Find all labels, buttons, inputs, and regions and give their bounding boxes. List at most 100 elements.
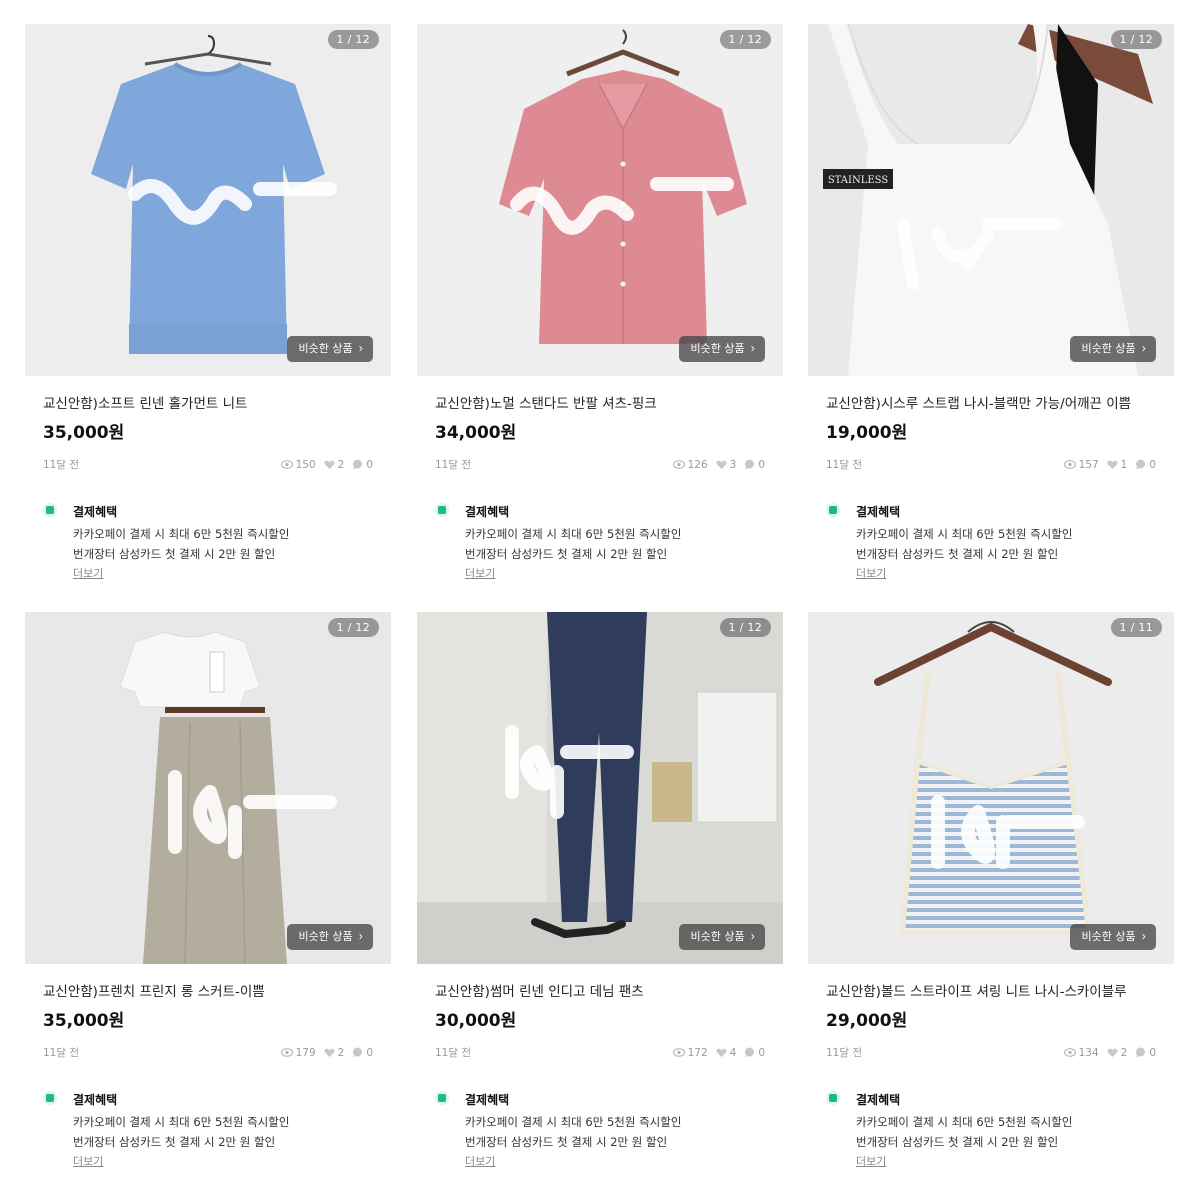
similar-products-label: 비슷한 상품 <box>1081 930 1136 943</box>
similar-products-button[interactable]: 비슷한 상품 › <box>287 336 373 362</box>
product-card[interactable]: 1 / 12 비슷한 상품 › 교신안함)노멀 스탠다드 반팔 셔츠-핑크 34,… <box>417 24 783 584</box>
benefit-line-kakaopay: 카카오페이 결제 시 최대 6만 5천원 즉시할인 <box>856 1115 1073 1129</box>
product-title[interactable]: 교신안함)볼드 스트라이프 셔링 니트 나시-스카이블루 <box>826 980 1156 1000</box>
like-count: 1 <box>1120 458 1128 471</box>
benefit-title: 결제혜택 <box>73 1093 118 1107</box>
chevron-right-icon: › <box>358 928 363 945</box>
heart-icon <box>324 1048 335 1057</box>
eye-icon <box>672 1048 685 1057</box>
chat-count: 0 <box>758 1046 765 1059</box>
benefit-line-samsungcard: 번개장터 삼성카드 첫 결제 시 2만 원 할인 <box>856 547 1059 561</box>
eye-icon <box>672 460 685 469</box>
product-photo[interactable]: 1 / 12 비슷한 상품 › <box>417 24 783 376</box>
more-link[interactable]: 더보기 <box>73 1152 289 1172</box>
posted-time: 11달 전 <box>43 459 80 471</box>
view-count: 126 <box>687 458 708 471</box>
similar-products-button[interactable]: 비슷한 상품 › <box>1070 924 1156 950</box>
product-card[interactable]: 1 / 12 비슷한 상품 › 교신안함)소프트 린넨 홀가먼트 니트 35,00… <box>25 24 391 584</box>
product-price: 29,000원 <box>826 1011 908 1031</box>
product-photo[interactable]: 1 / 12 비슷한 상품 › <box>417 612 783 964</box>
image-page-indicator: 1 / 12 <box>719 618 771 637</box>
view-count: 179 <box>295 1046 316 1059</box>
payment-benefit: 결제혜택 카카오페이 결제 시 최대 6만 5천원 즉시할인 번개장터 삼성카드… <box>435 1090 765 1172</box>
product-card[interactable]: 1 / 12 비슷한 상품 › 교신안함)프렌치 프린지 롱 스커트-이쁨 35,… <box>25 612 391 1172</box>
similar-products-label: 비슷한 상품 <box>690 930 745 943</box>
similar-products-button[interactable]: 비슷한 상품 › <box>679 336 765 362</box>
like-count: 2 <box>1120 1046 1128 1059</box>
benefit-line-kakaopay: 카카오페이 결제 시 최대 6만 5천원 즉시할인 <box>465 1115 682 1129</box>
product-photo-illustration <box>417 24 783 376</box>
view-count: 172 <box>687 1046 708 1059</box>
similar-products-button[interactable]: 비슷한 상품 › <box>1070 336 1156 362</box>
image-page-indicator: 1 / 12 <box>327 30 379 49</box>
chat-count: 0 <box>366 1046 373 1059</box>
eye-icon <box>1063 1048 1076 1057</box>
heart-icon <box>716 1048 727 1057</box>
chevron-right-icon: › <box>750 340 755 357</box>
product-photo[interactable]: 1 / 12 비슷한 상품 › <box>25 24 391 376</box>
like-count: 2 <box>337 458 345 471</box>
view-count: 150 <box>295 458 316 471</box>
chat-icon <box>353 1047 363 1058</box>
payment-benefit: 결제혜택 카카오페이 결제 시 최대 6만 5천원 즉시할인 번개장터 삼성카드… <box>43 1090 373 1172</box>
product-photo-illustration <box>417 612 783 964</box>
pay-logo-icon <box>435 503 449 517</box>
pay-logo-icon <box>43 503 57 517</box>
more-link[interactable]: 더보기 <box>856 1152 1072 1172</box>
chat-icon <box>745 459 755 470</box>
similar-products-label: 비슷한 상품 <box>690 342 745 355</box>
product-price: 34,000원 <box>435 423 517 443</box>
posted-time: 11달 전 <box>826 1047 863 1059</box>
benefit-line-kakaopay: 카카오페이 결제 시 최대 6만 5천원 즉시할인 <box>73 527 290 541</box>
chevron-right-icon: › <box>1141 340 1146 357</box>
similar-products-label: 비슷한 상품 <box>298 930 353 943</box>
chat-count: 0 <box>1149 1046 1156 1059</box>
more-link[interactable]: 더보기 <box>856 564 1072 584</box>
heart-icon <box>1107 460 1118 469</box>
payment-benefit: 결제혜택 카카오페이 결제 시 최대 6만 5천원 즉시할인 번개장터 삼성카드… <box>43 502 373 584</box>
similar-products-label: 비슷한 상품 <box>298 342 353 355</box>
product-card[interactable]: STAINLESS 1 / 12 비슷한 상품 › 교신안함)시스루 스트랩 나시… <box>808 24 1174 584</box>
product-card[interactable]: 1 / 12 비슷한 상품 › 교신안함)썸머 린넨 인디고 데님 팬츠 30,0… <box>417 612 783 1172</box>
product-price: 19,000원 <box>826 423 908 443</box>
payment-benefit: 결제혜택 카카오페이 결제 시 최대 6만 5천원 즉시할인 번개장터 삼성카드… <box>826 1090 1156 1172</box>
benefit-line-samsungcard: 번개장터 삼성카드 첫 결제 시 2만 원 할인 <box>465 547 668 561</box>
similar-products-label: 비슷한 상품 <box>1081 342 1136 355</box>
heart-icon <box>324 460 335 469</box>
more-link[interactable]: 더보기 <box>465 1152 681 1172</box>
product-photo-illustration: STAINLESS <box>808 24 1174 376</box>
chat-count: 0 <box>1149 458 1156 471</box>
image-page-indicator: 1 / 12 <box>327 618 379 637</box>
product-title[interactable]: 교신안함)소프트 린넨 홀가먼트 니트 <box>43 392 373 412</box>
product-photo[interactable]: 1 / 11 비슷한 상품 › <box>808 612 1174 964</box>
product-card[interactable]: 1 / 11 비슷한 상품 › 교신안함)볼드 스트라이프 셔링 니트 나시-스카… <box>808 612 1174 1172</box>
product-photo[interactable]: 1 / 12 비슷한 상품 › <box>25 612 391 964</box>
product-title[interactable]: 교신안함)썸머 린넨 인디고 데님 팬츠 <box>435 980 765 1000</box>
chevron-right-icon: › <box>750 928 755 945</box>
payment-benefit: 결제혜택 카카오페이 결제 시 최대 6만 5천원 즉시할인 번개장터 삼성카드… <box>435 502 765 584</box>
image-page-indicator: 1 / 12 <box>719 30 771 49</box>
chat-count: 0 <box>366 458 373 471</box>
like-count: 2 <box>337 1046 345 1059</box>
garment-label: STAINLESS <box>828 175 889 186</box>
heart-icon <box>716 460 727 469</box>
benefit-line-kakaopay: 카카오페이 결제 시 최대 6만 5천원 즉시할인 <box>465 527 682 541</box>
product-title[interactable]: 교신안함)노멀 스탠다드 반팔 셔츠-핑크 <box>435 392 765 412</box>
product-price: 35,000원 <box>43 1011 125 1031</box>
product-photo-illustration <box>808 612 1174 964</box>
heart-icon <box>1107 1048 1118 1057</box>
pay-logo-icon <box>826 1091 840 1105</box>
similar-products-button[interactable]: 비슷한 상품 › <box>679 924 765 950</box>
eye-icon <box>280 1048 293 1057</box>
benefit-line-samsungcard: 번개장터 삼성카드 첫 결제 시 2만 원 할인 <box>73 547 276 561</box>
posted-time: 11달 전 <box>826 459 863 471</box>
product-grid: 1 / 12 비슷한 상품 › 교신안함)소프트 린넨 홀가먼트 니트 35,00… <box>0 0 1200 1200</box>
product-title[interactable]: 교신안함)시스루 스트랩 나시-블랙만 가능/어깨끈 이쁨 <box>826 392 1156 412</box>
like-count: 4 <box>729 1046 737 1059</box>
more-link[interactable]: 더보기 <box>465 564 681 584</box>
product-title[interactable]: 교신안함)프렌치 프린지 롱 스커트-이쁨 <box>43 980 373 1000</box>
product-photo[interactable]: STAINLESS 1 / 12 비슷한 상품 › <box>808 24 1174 376</box>
more-link[interactable]: 더보기 <box>73 564 289 584</box>
similar-products-button[interactable]: 비슷한 상품 › <box>287 924 373 950</box>
benefit-line-samsungcard: 번개장터 삼성카드 첫 결제 시 2만 원 할인 <box>856 1135 1059 1149</box>
